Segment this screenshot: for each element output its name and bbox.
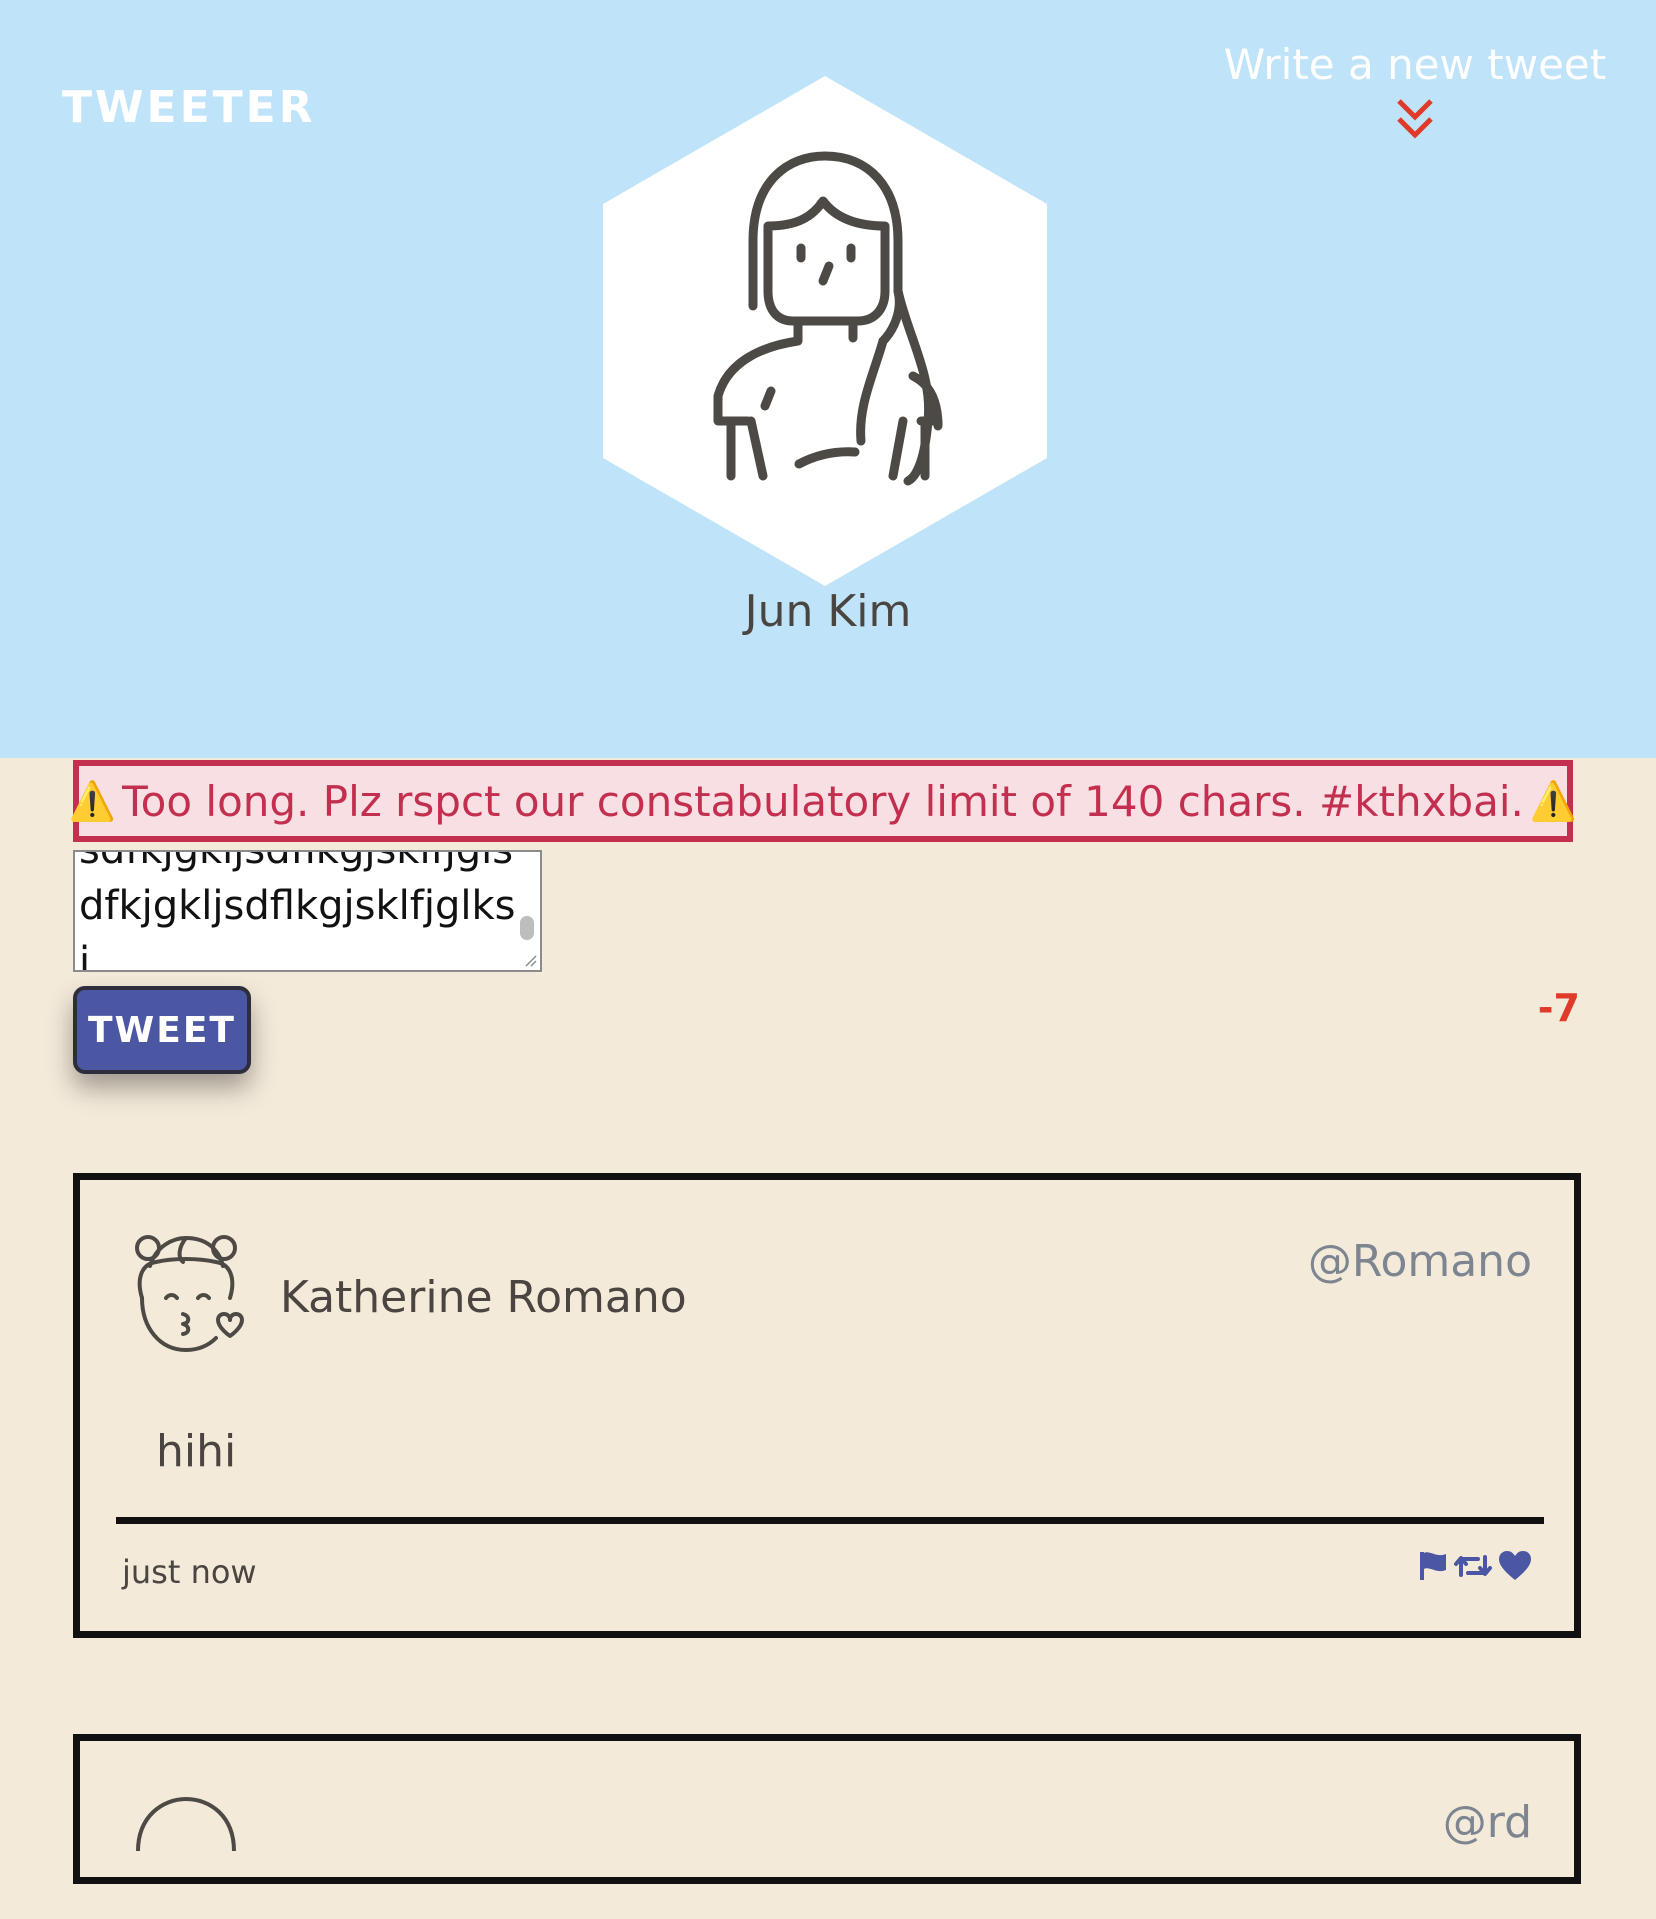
- profile-name: Jun Kim: [744, 586, 912, 637]
- write-new-tweet-label[interactable]: Write a new tweet: [1224, 40, 1606, 89]
- user-avatar: [135, 1235, 244, 1352]
- flag-icon[interactable]: [1418, 1550, 1448, 1586]
- tweet-textarea-value[interactable]: sdfkjgkljsdflkgjsklfjglsdfkjgkljsdflkgjs…: [79, 852, 519, 970]
- character-counter: -7: [1537, 986, 1580, 1030]
- tweet-card: @rd: [73, 1734, 1581, 1884]
- tweet-body: hihi: [156, 1426, 237, 1477]
- warning-icon: ⚠️: [68, 778, 117, 823]
- tweet-author-handle[interactable]: @Romano: [1308, 1236, 1532, 1287]
- error-text: Too long. Plz rspct our constabulatory l…: [122, 776, 1524, 826]
- tweet-author-name: Katherine Romano: [280, 1272, 687, 1323]
- brand-logo[interactable]: TWEETER: [62, 82, 316, 133]
- profile-avatar: [603, 76, 1047, 586]
- profile-header: TWEETER Write a new tweet Jun Kim: [0, 0, 1656, 758]
- error-message: ⚠️ Too long. Plz rspct our constabulator…: [69, 760, 1577, 842]
- tweet-card: Katherine Romano @Romano hihi just now: [73, 1173, 1581, 1638]
- resize-grip-icon[interactable]: [522, 952, 538, 968]
- tweet-divider: [116, 1517, 1544, 1524]
- textarea-scrollbar[interactable]: [520, 916, 534, 940]
- tweet-author-handle[interactable]: @rd: [1443, 1797, 1532, 1848]
- retweet-icon[interactable]: [1454, 1551, 1492, 1585]
- tweet-timestamp: just now: [122, 1553, 257, 1591]
- tweet-actions: [1418, 1550, 1532, 1586]
- double-chevron-down-icon[interactable]: [1395, 97, 1435, 141]
- tweet-textarea[interactable]: sdfkjgkljsdflkgjsklfjglsdfkjgkljsdflkgjs…: [73, 850, 542, 972]
- write-new-tweet-toggle[interactable]: Write a new tweet: [1220, 40, 1610, 141]
- user-avatar: [136, 1796, 236, 1852]
- warning-icon: ⚠️: [1529, 778, 1578, 823]
- heart-icon[interactable]: [1498, 1551, 1532, 1585]
- tweet-button[interactable]: TWEET: [73, 986, 251, 1074]
